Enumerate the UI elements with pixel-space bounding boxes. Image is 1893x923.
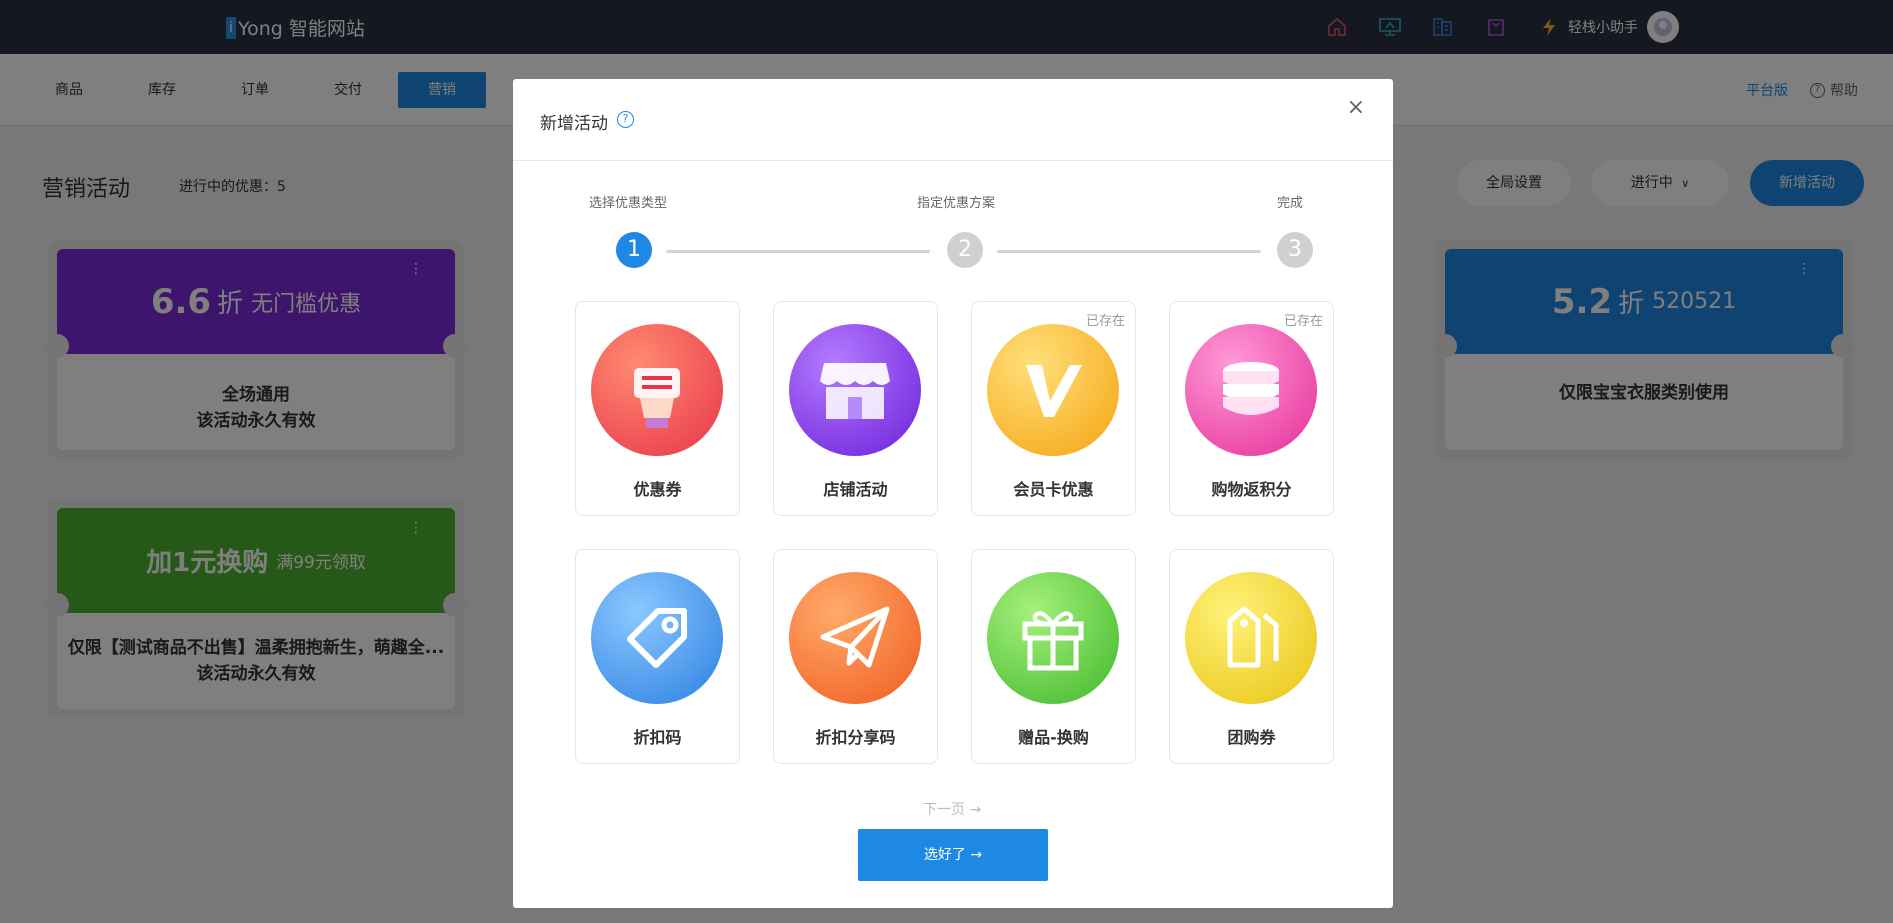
gift-icon xyxy=(987,572,1119,704)
type-label: 优惠券 xyxy=(633,480,682,499)
type-card-share-code[interactable]: 折扣分享码 xyxy=(773,549,938,764)
step-label-3: 完成 xyxy=(1277,196,1304,211)
type-label: 赠品-换购 xyxy=(1018,728,1089,747)
modal-title: 新增活动 xyxy=(540,114,608,134)
step-3-circle: 3 xyxy=(1277,232,1313,268)
exists-badge: 已存在 xyxy=(1085,314,1125,329)
vip-card-icon xyxy=(987,324,1119,456)
paper-plane-icon xyxy=(789,572,921,704)
next-page-link[interactable]: 下一页 → xyxy=(923,799,981,819)
step-2-circle: 2 xyxy=(947,232,983,268)
type-card-gift[interactable]: 赠品-换购 xyxy=(971,549,1136,764)
coin-stack-icon xyxy=(1185,324,1317,456)
type-label: 折扣分享码 xyxy=(815,728,896,747)
step-connector xyxy=(666,250,930,253)
type-label: 团购券 xyxy=(1227,728,1276,747)
type-label: 会员卡优惠 xyxy=(1013,480,1094,499)
step-label-2: 指定优惠方案 xyxy=(917,196,996,211)
close-icon[interactable]: × xyxy=(1347,95,1365,120)
type-card-discount-code[interactable]: 折扣码 xyxy=(575,549,740,764)
type-card-vip[interactable]: 已存在 会员卡优惠 xyxy=(971,301,1136,516)
type-label: 购物返积分 xyxy=(1211,480,1292,499)
type-card-group-buy[interactable]: 团购券 xyxy=(1169,549,1334,764)
question-icon[interactable]: ? xyxy=(617,111,634,128)
coupon-hand-icon xyxy=(591,324,723,456)
type-card-points[interactable]: 已存在 购物返积分 xyxy=(1169,301,1334,516)
type-card-coupon[interactable]: 优惠券 xyxy=(575,301,740,516)
confirm-selection-button[interactable]: 选好了 → xyxy=(858,829,1048,881)
exists-badge: 已存在 xyxy=(1283,314,1323,329)
type-card-store[interactable]: 店铺活动 xyxy=(773,301,938,516)
store-icon xyxy=(789,324,921,456)
step-connector xyxy=(997,250,1261,253)
type-label: 店铺活动 xyxy=(823,480,888,499)
new-activity-modal: 新增活动 ? × 选择优惠类型 指定优惠方案 完成 1 2 3 优惠券 店铺活动… xyxy=(513,79,1393,908)
step-1-circle: 1 xyxy=(616,232,652,268)
type-label: 折扣码 xyxy=(633,728,682,747)
tag-icon xyxy=(591,572,723,704)
group-tags-icon xyxy=(1185,572,1317,704)
step-label-1: 选择优惠类型 xyxy=(589,196,668,211)
